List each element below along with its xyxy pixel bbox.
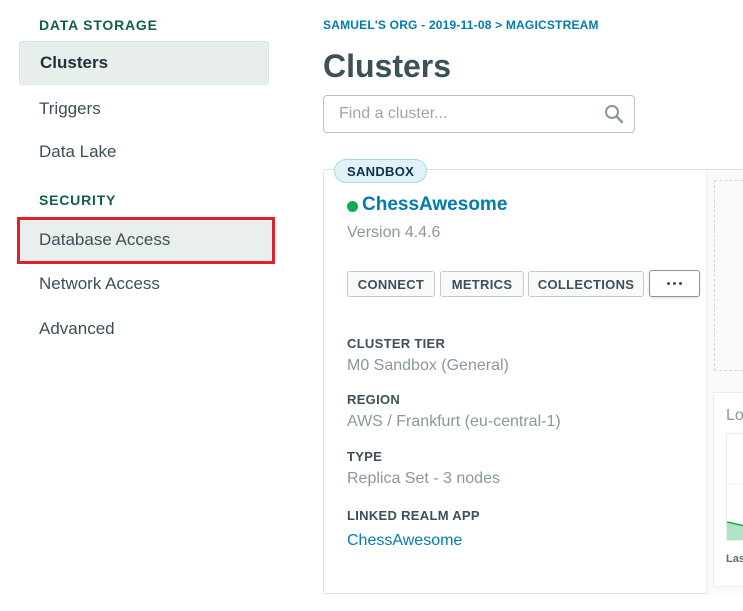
connect-button[interactable]: CONNECT (347, 271, 435, 297)
search-input[interactable] (324, 96, 594, 132)
cluster-tier-label: CLUSTER TIER (347, 336, 446, 351)
breadcrumb[interactable]: SAMUEL'S ORG - 2019-11-08 > MAGICSTREAM (323, 18, 599, 32)
collections-button[interactable]: COLLECTIONS (528, 271, 644, 297)
cluster-name-link[interactable]: ChessAwesome (362, 194, 507, 216)
metrics-preview-sparkline (726, 483, 743, 540)
cluster-version: Version 4.4.6 (347, 224, 441, 241)
metrics-button[interactable]: METRICS (440, 271, 524, 297)
sidebar-item-triggers[interactable]: Triggers (19, 87, 269, 131)
metrics-preview-footer: Las (726, 553, 743, 565)
linked-realm-app-link[interactable]: ChessAwesome (347, 532, 462, 550)
security-heading: SECURITY (39, 192, 117, 208)
region-value: AWS / Frankfurt (eu-central-1) (347, 413, 561, 430)
sidebar-item-data-lake[interactable]: Data Lake (19, 130, 269, 174)
search-box (323, 95, 635, 133)
more-options-button[interactable] (649, 270, 700, 297)
type-label: TYPE (347, 449, 383, 464)
highlight-box (17, 217, 275, 264)
search-icon[interactable] (604, 104, 624, 124)
metrics-preview-chart (726, 433, 743, 541)
more-options-icon (667, 282, 682, 285)
page-title: Clusters (323, 48, 452, 84)
sidebar-item-network-access[interactable]: Network Access (19, 262, 269, 306)
linked-realm-app-label: LINKED REALM APP (347, 508, 480, 523)
region-label: REGION (347, 392, 401, 407)
sidebar-item-clusters[interactable]: Clusters (19, 41, 269, 85)
placeholder-area (714, 180, 743, 371)
cluster-tier-value: M0 Sandbox (General) (347, 357, 509, 374)
metrics-preview-title: Lo (726, 407, 743, 424)
sidebar: DATA STORAGE Clusters Triggers Data Lake… (0, 0, 290, 611)
metrics-preview-panel[interactable]: Lo Las (713, 392, 743, 587)
type-value: Replica Set - 3 nodes (347, 470, 500, 487)
status-dot-icon (347, 201, 358, 212)
data-storage-heading: DATA STORAGE (39, 17, 158, 33)
sidebar-item-advanced[interactable]: Advanced (19, 307, 269, 351)
cluster-side-panel: Lo Las (706, 170, 743, 595)
sandbox-badge: SANDBOX (334, 159, 428, 183)
